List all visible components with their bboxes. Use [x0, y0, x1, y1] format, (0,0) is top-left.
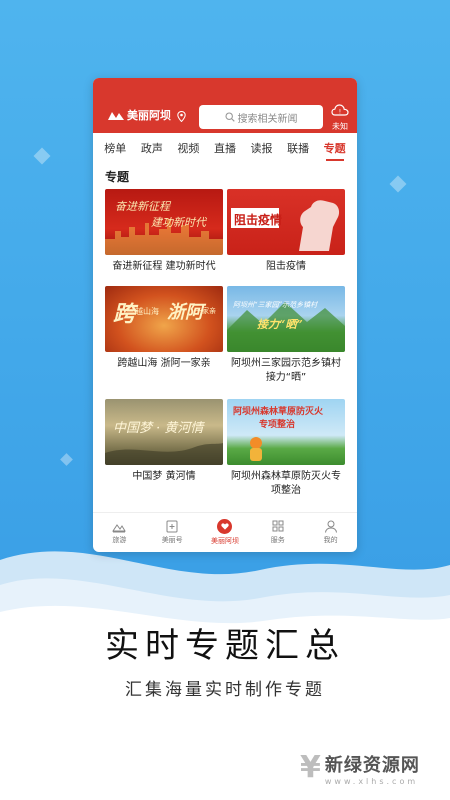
tab-newspaper[interactable]: 读报: [251, 140, 273, 156]
tab-live[interactable]: 直播: [214, 140, 236, 156]
section-title: 专题: [105, 170, 130, 184]
logo-icon: [108, 112, 124, 120]
topic-title: 阿坝州森林草原防灭火专项整治: [231, 471, 341, 496]
topic-image-caption: 建功新时代: [151, 216, 206, 229]
bottom-navigation: 旅游 美丽号 美丽阿坝 服务 我的: [93, 512, 357, 552]
weather-label: 未知: [332, 122, 348, 131]
search-bar[interactable]: 搜索相关新闻: [199, 105, 323, 129]
search-icon: [224, 112, 235, 122]
topic-image: 阿坝州森林草原防灭火 专项整治: [227, 399, 345, 465]
nav-label: 美丽阿坝: [210, 537, 239, 545]
topic-image-caption: 专项整治: [259, 420, 296, 430]
nav-label: 旅游: [112, 536, 127, 544]
app-header: 美丽阿坝 搜索相关新闻 ! 未知: [93, 78, 357, 133]
topic-card[interactable]: 阻击疫情 阻击疫情: [227, 189, 345, 274]
firefighter-mascot-graphic: [250, 437, 262, 461]
nav-label: 美丽号: [161, 536, 183, 544]
tab-video[interactable]: 视频: [177, 140, 199, 156]
topic-title: 阿坝州三家园示范乡镇村接力“晒”: [231, 358, 341, 383]
topic-title: 跨越山海 浙阿一家亲: [117, 358, 211, 369]
app-logo-text: 美丽阿坝: [127, 109, 171, 122]
promo-subheadline: 汇集海量实时制作专题: [125, 680, 325, 700]
channel-tabs: 榜单 政声 视频 直播 读报 联播 专题: [93, 136, 357, 161]
watermark-logo: ¥ 新绿资源网 www.xlhs.com: [300, 748, 434, 788]
nav-tourism[interactable]: 旅游: [93, 513, 146, 552]
nav-label: 服务: [270, 536, 285, 544]
topic-image-caption: 越山海: [135, 307, 159, 316]
promo-headline: 实时专题汇总: [105, 626, 345, 666]
user-icon: [324, 520, 337, 533]
topic-title: 奋进新征程 建功新时代: [112, 261, 216, 272]
topic-image-caption: 接力“晒”: [257, 318, 303, 331]
tab-topics[interactable]: 专题: [324, 140, 346, 161]
nav-meili-aba[interactable]: 美丽阿坝: [199, 513, 252, 552]
nav-meili-hao[interactable]: 美丽号: [146, 513, 199, 552]
location-pin-icon[interactable]: [177, 111, 186, 122]
plus-square-icon: [166, 520, 178, 533]
topic-image-caption: 阻击疫情: [234, 213, 283, 227]
tab-politics[interactable]: 政声: [141, 140, 163, 156]
mountain-icon: [112, 524, 127, 533]
search-placeholder: 搜索相关新闻: [237, 113, 298, 125]
topic-card[interactable]: 阿坝州森林草原防灭火 专项整治 阿坝州森林草原防灭火专项整治: [227, 399, 345, 498]
nav-services[interactable]: 服务: [251, 513, 304, 552]
topic-image-caption: 奋进新征程: [115, 200, 170, 213]
topic-card[interactable]: 阿坝州“三家园”示范乡镇村 接力“晒” 阿坝州三家园示范乡镇村接力“晒”: [227, 286, 345, 385]
nav-label: 我的: [323, 536, 338, 544]
topic-image-caption: 一家亲: [195, 307, 216, 315]
topic-image: 阻击疫情: [227, 189, 345, 255]
phone-screen: 美丽阿坝 搜索相关新闻 ! 未知 榜单 政声 视频 直播 读报 联播 专题 专题…: [93, 78, 357, 552]
tab-broadcast[interactable]: 联播: [287, 140, 309, 156]
watermark-x-icon: ¥: [300, 750, 321, 785]
topic-image-caption: 阿坝州“三家园”示范乡镇村: [233, 301, 318, 309]
cloud-icon: !: [331, 104, 349, 116]
topic-image: 中国梦 · 黄河情: [105, 399, 223, 465]
weather-widget[interactable]: ! 未知: [329, 102, 351, 132]
app-logo[interactable]: 美丽阿坝: [107, 107, 171, 123]
svg-text:!: !: [339, 109, 341, 116]
fist-icon: [299, 200, 340, 251]
topic-title: 阻击疫情: [266, 261, 306, 272]
watermark-url: www.xlhs.com: [324, 776, 419, 786]
topic-card[interactable]: 奋进新征程 建功新时代 奋进新征程 建功新时代: [105, 189, 223, 274]
tab-rankings[interactable]: 榜单: [104, 140, 126, 156]
topic-image: 奋进新征程 建功新时代: [105, 189, 223, 255]
topic-card[interactable]: 中国梦 · 黄河情 中国梦 黄河情: [105, 399, 223, 484]
topic-image-caption: 中国梦 · 黄河情: [113, 421, 204, 436]
topic-image: 跨 越山海 浙阿 一家亲: [105, 286, 223, 352]
topic-card[interactable]: 跨 越山海 浙阿 一家亲 跨越山海 浙阿一家亲: [105, 286, 223, 371]
grid-icon: [272, 520, 284, 532]
topic-image-caption: 阿坝州森林草原防灭火: [233, 407, 324, 417]
nav-mine[interactable]: 我的: [304, 513, 357, 552]
watermark-title: 新绿资源网: [324, 754, 420, 776]
topic-title: 中国梦 黄河情: [132, 471, 196, 482]
topic-image: 阿坝州“三家园”示范乡镇村 接力“晒”: [227, 286, 345, 352]
topic-image-caption: 跨: [113, 301, 136, 327]
heart-icon: [217, 519, 233, 534]
